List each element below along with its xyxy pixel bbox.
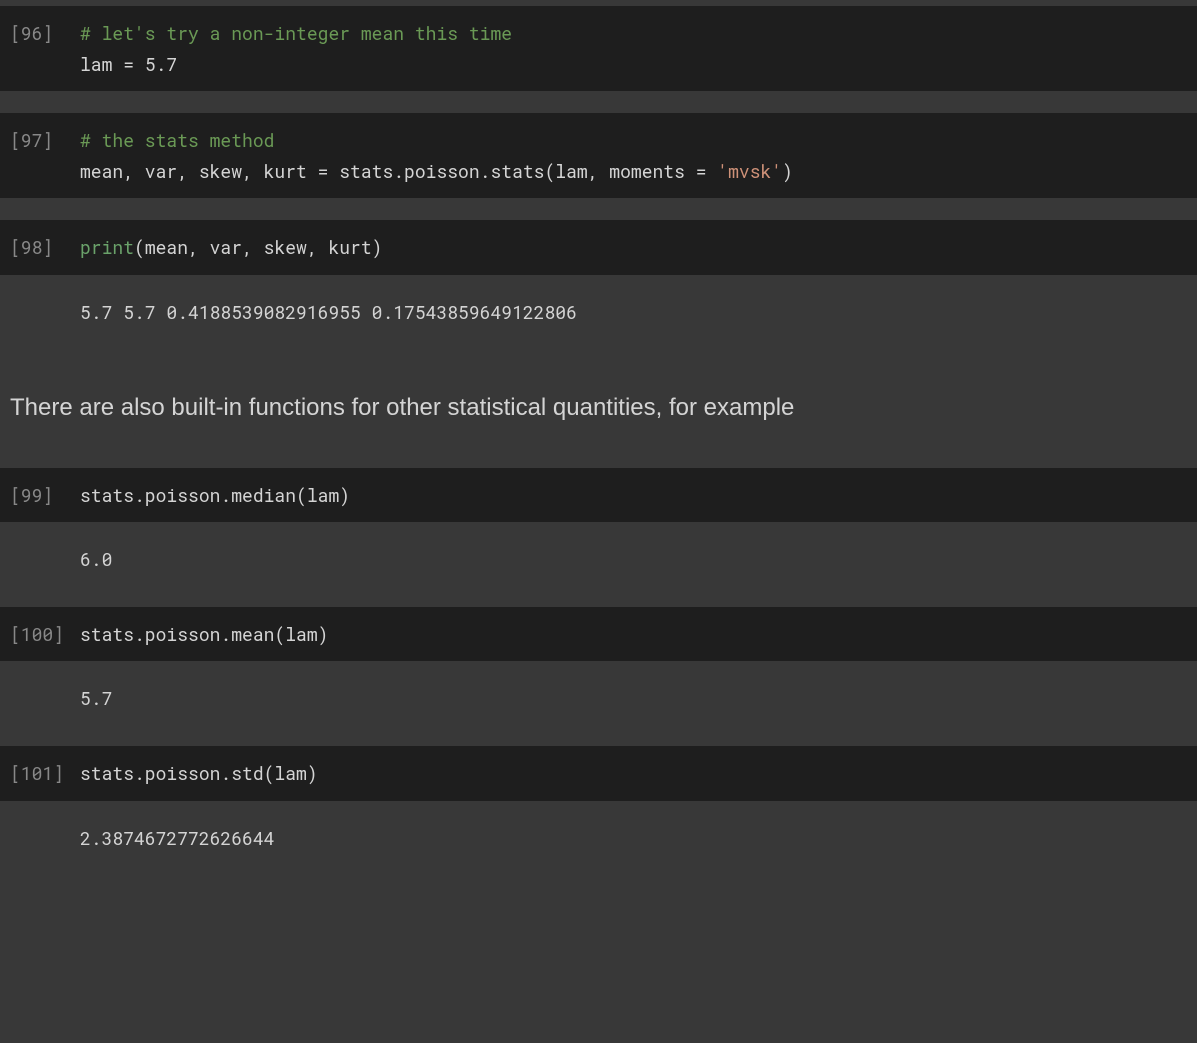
- code-cell-100[interactable]: [100] stats.poisson.mean(lam) 5.7: [0, 605, 1197, 736]
- comment: # let's try a non-integer mean this time: [80, 21, 512, 45]
- cell-prompt-100: [100]: [8, 619, 80, 650]
- builtin-print: print: [80, 235, 134, 259]
- code-cell-99[interactable]: [99] stats.poisson.median(lam) 6.0: [0, 466, 1197, 597]
- cell-prompt-98: [98]: [8, 232, 80, 263]
- code-content-96[interactable]: # let's try a non-integer mean this time…: [80, 18, 1189, 79]
- code-line: mean, var, skew, kurt = stats.poisson.st…: [80, 159, 717, 183]
- cell-prompt-96: [96]: [8, 18, 80, 79]
- variable-lam: lam: [80, 52, 112, 76]
- cell-prompt-99: [99]: [8, 480, 80, 511]
- operator-eq: =: [112, 52, 144, 76]
- code-cell-96[interactable]: [96] # let's try a non-integer mean this…: [0, 4, 1197, 91]
- code-content-101[interactable]: stats.poisson.std(lam): [80, 758, 1189, 789]
- code-cell-97[interactable]: [97] # the stats method mean, var, skew,…: [0, 111, 1197, 198]
- code-mean: stats.poisson.mean(lam): [80, 622, 328, 646]
- output-101: 2.3874672772626644: [0, 801, 1197, 876]
- output-98: 5.7 5.7 0.4188539082916955 0.17543859649…: [0, 275, 1197, 350]
- code-content-98[interactable]: print(mean, var, skew, kurt): [80, 232, 1189, 263]
- close-paren: ): [782, 159, 793, 183]
- cell-prompt-101: [101]: [8, 758, 80, 789]
- code-cell-101[interactable]: [101] stats.poisson.std(lam) 2.387467277…: [0, 744, 1197, 875]
- string-mvsk: 'mvsk': [717, 159, 782, 183]
- print-args: (mean, var, skew, kurt): [134, 235, 382, 259]
- code-content-99[interactable]: stats.poisson.median(lam): [80, 480, 1189, 511]
- cell-spacer: [0, 91, 1197, 111]
- number-5.7: 5.7: [145, 52, 177, 76]
- code-content-100[interactable]: stats.poisson.mean(lam): [80, 619, 1189, 650]
- cell-spacer: [0, 198, 1197, 218]
- output-99: 6.0: [0, 522, 1197, 597]
- cell-spacer: [0, 736, 1197, 744]
- code-cell-98[interactable]: [98] print(mean, var, skew, kurt) 5.7 5.…: [0, 218, 1197, 349]
- code-std: stats.poisson.std(lam): [80, 761, 318, 785]
- markdown-cell[interactable]: There are also built-in functions for ot…: [0, 350, 1197, 466]
- code-content-97[interactable]: # the stats method mean, var, skew, kurt…: [80, 125, 1189, 186]
- cell-spacer: [0, 597, 1197, 605]
- code-median: stats.poisson.median(lam): [80, 483, 350, 507]
- comment: # the stats method: [80, 128, 274, 152]
- cell-prompt-97: [97]: [8, 125, 80, 186]
- output-100: 5.7: [0, 661, 1197, 736]
